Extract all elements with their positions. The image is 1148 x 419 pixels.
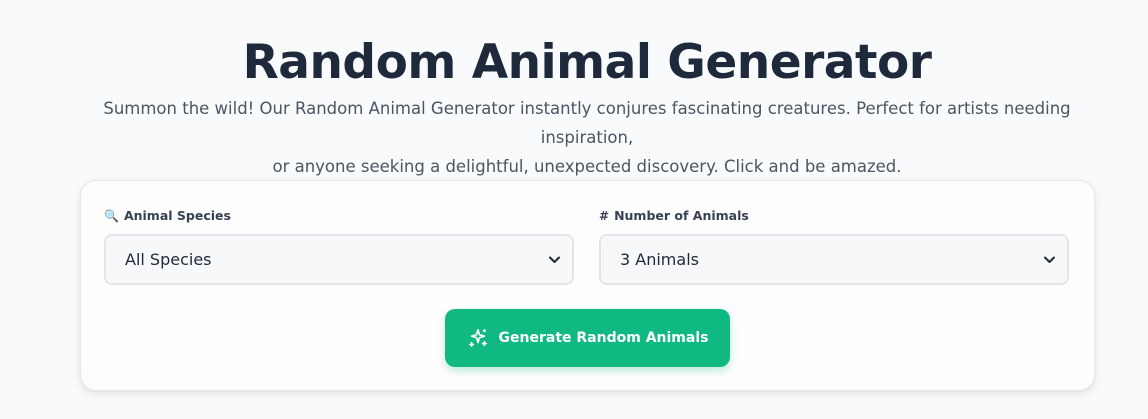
page-subtitle: Summon the wild! Our Random Animal Gener… (70, 94, 1104, 181)
generate-button-label: Generate Random Animals (498, 330, 709, 346)
subtitle-line-2: or anyone seeking a delightful, unexpect… (272, 157, 902, 176)
subtitle-line-1: Summon the wild! Our Random Animal Gener… (103, 99, 1071, 147)
count-label: # Number of Animals (599, 208, 749, 223)
species-label: 🔍 Animal Species (104, 208, 231, 223)
page-title: Random Animal Generator (242, 35, 932, 90)
generator-card: 🔍 Animal Species All Species # Number of… (80, 180, 1095, 391)
count-label-text: Number of Animals (614, 208, 749, 223)
magnifier-icon: 🔍 (104, 208, 119, 223)
hash-icon: # (599, 208, 610, 223)
species-select-value: All Species (125, 250, 212, 269)
generate-button[interactable]: Generate Random Animals (445, 309, 730, 367)
species-select[interactable]: All Species (104, 234, 574, 285)
count-select-value: 3 Animals (620, 250, 699, 269)
sparkles-icon (467, 327, 489, 349)
count-select[interactable]: 3 Animals (599, 234, 1069, 285)
chevron-down-icon (548, 254, 560, 266)
chevron-down-icon (1043, 254, 1055, 266)
page: Random Animal Generator Summon the wild!… (0, 0, 1148, 419)
species-label-text: Animal Species (123, 208, 231, 223)
